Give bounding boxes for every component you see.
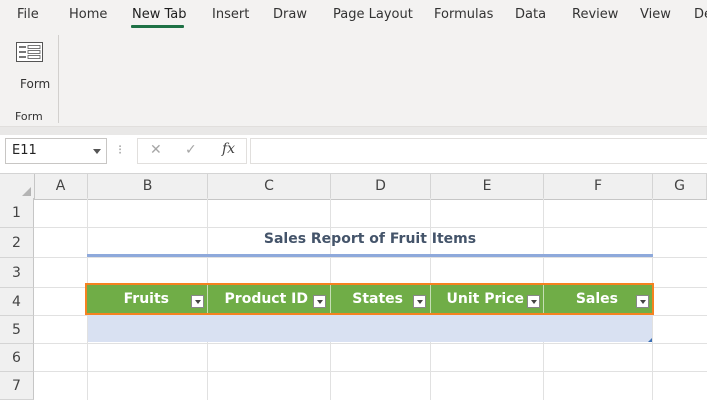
gridline (34, 343, 707, 344)
gridline (34, 257, 707, 258)
gridline (34, 227, 707, 228)
table-resize-handle[interactable] (648, 338, 652, 342)
select-all-button[interactable] (0, 174, 35, 199)
form-button-label: Form (20, 77, 51, 91)
tab-developer[interactable]: De (694, 7, 707, 22)
tab-view[interactable]: View (640, 7, 671, 22)
chevron-down-icon[interactable] (93, 149, 101, 154)
gridline (34, 371, 707, 372)
column-header-e[interactable]: E (431, 174, 544, 199)
select-all-icon (22, 187, 31, 196)
row-header-1[interactable]: 1 (0, 198, 34, 228)
insert-function-button[interactable]: fx (222, 141, 235, 157)
formula-buttons: ✕ ✓ fx (137, 138, 247, 164)
title-underline (87, 254, 653, 257)
close-icon[interactable]: ✕ (150, 142, 162, 158)
tab-draw[interactable]: Draw (273, 7, 307, 22)
check-icon[interactable]: ✓ (185, 142, 197, 158)
tab-review[interactable]: Review (572, 7, 618, 22)
formula-input[interactable] (250, 138, 707, 164)
ribbon-panel: Form Form (0, 32, 707, 127)
tab-insert[interactable]: Insert (212, 7, 249, 22)
row-header-7[interactable]: 7 (0, 372, 34, 400)
column-header-d[interactable]: D (331, 174, 431, 199)
active-tab-indicator (131, 25, 184, 28)
selection-border (85, 283, 654, 315)
name-box-value: E11 (12, 143, 37, 158)
formula-bar: E11 ⁝ ✕ ✓ fx (0, 135, 707, 172)
column-header-g[interactable]: G (653, 174, 707, 199)
column-header-c[interactable]: C (208, 174, 331, 199)
column-header-b[interactable]: B (88, 174, 208, 199)
row-header-5[interactable]: 5 (0, 316, 34, 344)
row-header-6[interactable]: 6 (0, 344, 34, 372)
ribbon-tab-bar: File Home New Tab Insert Draw Page Layou… (0, 0, 707, 32)
ribbon-group-divider (58, 35, 59, 123)
table-row[interactable] (88, 315, 652, 342)
tab-page-layout[interactable]: Page Layout (333, 7, 413, 22)
tab-file[interactable]: File (17, 7, 39, 22)
tab-new-tab[interactable]: New Tab (132, 7, 187, 22)
sheet-title[interactable]: Sales Report of Fruit Items (87, 231, 653, 247)
formula-bar-grip[interactable]: ⁝ (118, 143, 122, 158)
name-box[interactable]: E11 (5, 138, 107, 164)
column-header-f[interactable]: F (544, 174, 653, 199)
column-header-a[interactable]: A (34, 174, 88, 199)
row-header-2[interactable]: 2 (0, 228, 34, 258)
form-icon (16, 42, 43, 62)
tab-home[interactable]: Home (69, 7, 107, 22)
column-headers: A B C D E F G (0, 173, 707, 200)
tab-data[interactable]: Data (515, 7, 546, 22)
row-header-3[interactable]: 3 (0, 258, 34, 288)
tab-formulas[interactable]: Formulas (434, 7, 493, 22)
ribbon-gap (0, 127, 707, 135)
row-header-4[interactable]: 4 (0, 288, 34, 316)
ribbon-group-label: Form (15, 110, 43, 123)
form-button[interactable]: Form (6, 38, 52, 94)
